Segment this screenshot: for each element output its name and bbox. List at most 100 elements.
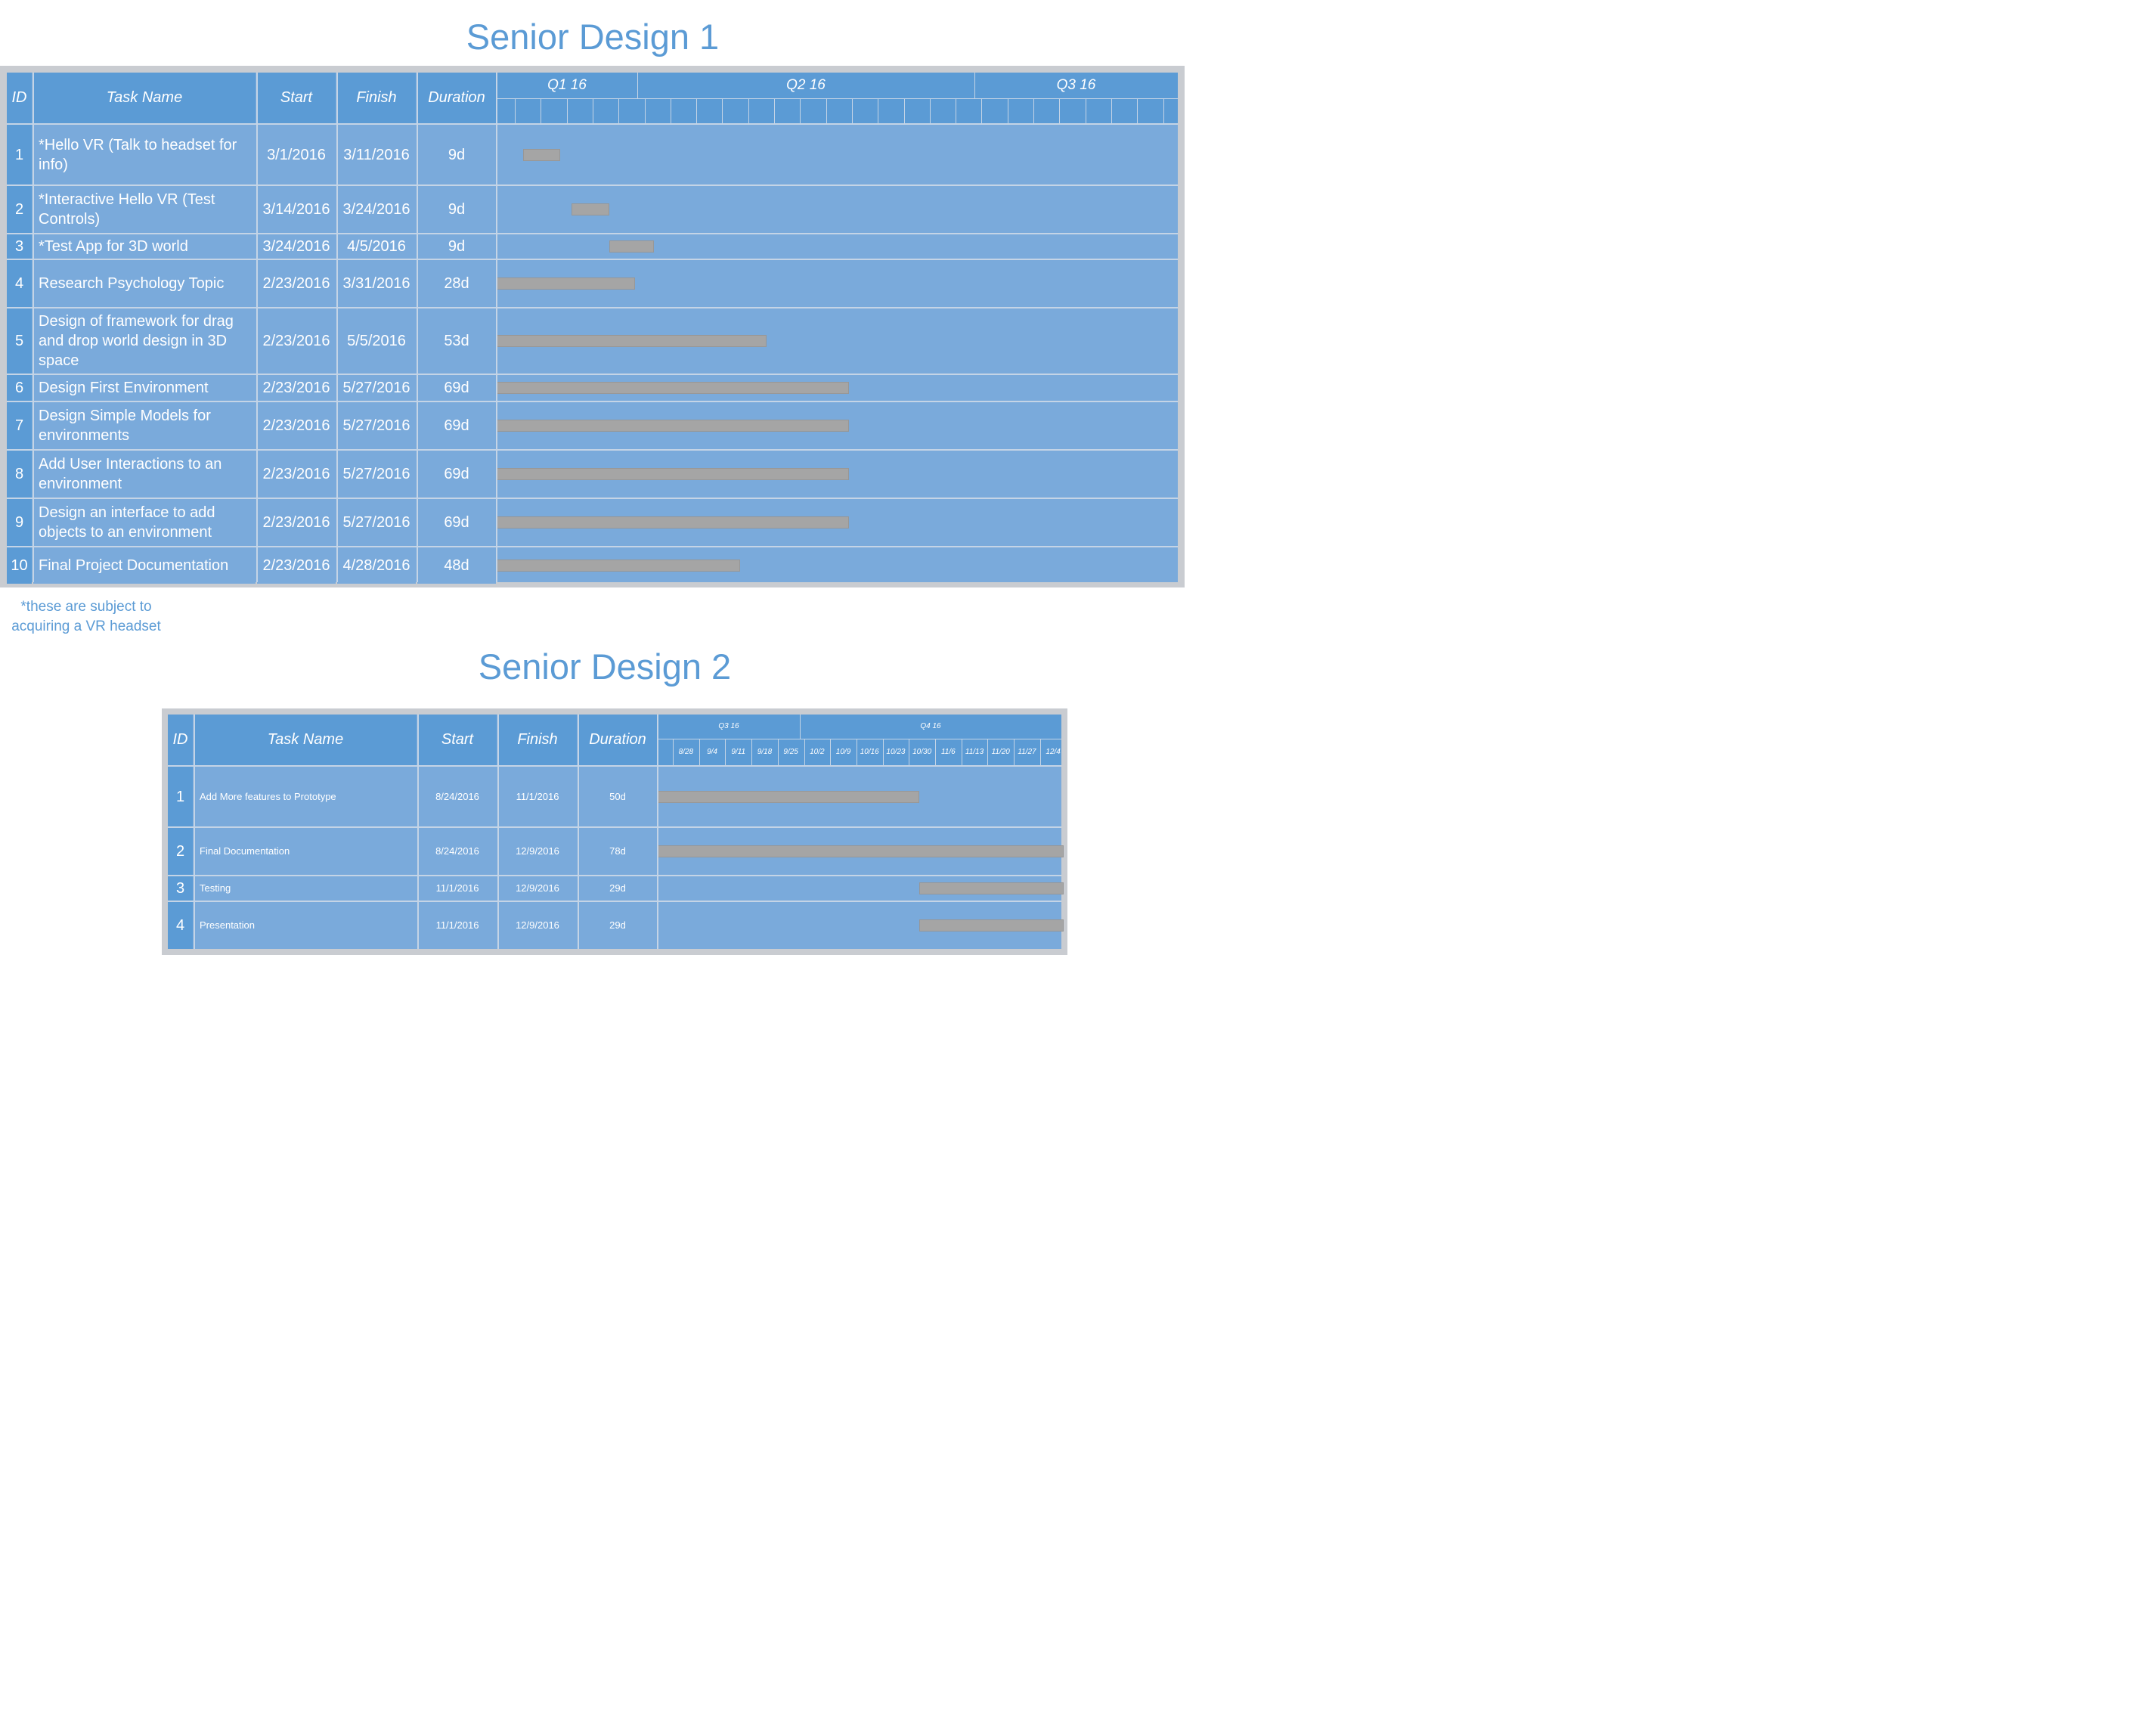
quarter-divider [800, 715, 801, 739]
task-finish: 3/11/2016 [337, 125, 416, 184]
task-duration: 9d [417, 125, 496, 184]
task-finish: 11/1/2016 [498, 767, 577, 826]
timeline-divider [496, 73, 497, 582]
task-id: 8 [7, 451, 32, 498]
task-name: Research Psychology Topic [33, 260, 256, 307]
task-start: 2/23/2016 [257, 260, 336, 307]
column-divider [497, 715, 499, 949]
task-bar [658, 845, 1064, 857]
task-bar [522, 148, 561, 161]
task-name: Design an interface to add objects to an… [33, 499, 256, 546]
task-name: Design Simple Models for environments [33, 402, 256, 449]
column-header: Start [257, 73, 336, 123]
task-start: 2/23/2016 [257, 451, 336, 498]
task-bar [497, 516, 849, 529]
week-label: 12/4 [1046, 748, 1061, 756]
task-bar [497, 335, 767, 347]
week-divider [1137, 98, 1138, 123]
week-divider [1059, 98, 1061, 123]
column-divider [417, 715, 419, 949]
task-name: Testing [194, 876, 417, 901]
chart-title-2: Senior Design 2 [478, 646, 732, 687]
task-start: 11/1/2016 [418, 876, 497, 901]
task-id: 5 [7, 308, 32, 374]
week-label: 9/4 [707, 748, 717, 756]
task-duration: 9d [417, 186, 496, 233]
column-header: Task Name [194, 715, 417, 765]
week-divider [515, 98, 516, 123]
task-start: 2/23/2016 [257, 375, 336, 401]
task-finish: 12/9/2016 [498, 876, 577, 901]
column-divider [33, 73, 34, 582]
task-bar [658, 790, 919, 803]
quarter-row-divider [497, 98, 1178, 99]
task-finish: 3/31/2016 [337, 260, 416, 307]
task-finish: 4/5/2016 [337, 234, 416, 259]
task-finish: 4/28/2016 [337, 547, 416, 584]
task-duration: 69d [417, 402, 496, 449]
quarter-label: Q3 16 [1056, 77, 1096, 93]
task-bar [919, 919, 1064, 932]
task-id: 2 [7, 186, 32, 233]
task-finish: 5/27/2016 [337, 375, 416, 401]
task-id: 9 [7, 499, 32, 546]
week-label: 8/28 [678, 748, 694, 756]
week-label: 11/27 [1018, 748, 1036, 756]
task-id: 2 [168, 828, 193, 875]
column-divider [417, 73, 418, 582]
task-duration: 28d [417, 260, 496, 307]
task-duration: 78d [578, 828, 657, 875]
gantt-table-1: ID Task Name Start Finish Duration Q1 16 Q2 16… [7, 73, 1178, 584]
week-label: 10/2 [810, 748, 825, 756]
task-duration: 29d [578, 902, 657, 949]
week-label: 10/9 [835, 748, 851, 756]
task-name: *Hello VR (Talk to headset for info) [33, 125, 256, 184]
task-duration: 69d [417, 499, 496, 546]
week-label: 9/25 [783, 748, 798, 756]
week-divider [644, 98, 646, 123]
chart-title-1: Senior Design 1 [466, 17, 720, 57]
task-bar [497, 468, 849, 480]
week-divider [1163, 98, 1164, 123]
task-id: 4 [168, 902, 193, 949]
week-label: 10/30 [912, 748, 932, 756]
task-duration: 53d [417, 308, 496, 374]
task-start: 2/23/2016 [257, 308, 336, 374]
column-header: ID [168, 715, 193, 765]
task-finish: 3/24/2016 [337, 186, 416, 233]
quarter-label: Q3 16 [718, 722, 739, 730]
week-divider [696, 98, 698, 123]
week-divider [1111, 98, 1112, 123]
column-divider [336, 73, 338, 582]
quarter-divider [974, 73, 975, 98]
task-finish: 5/27/2016 [337, 499, 416, 546]
task-name: *Test App for 3D world [33, 234, 256, 259]
week-label: 11/13 [965, 748, 984, 756]
task-finish: 12/9/2016 [498, 828, 577, 875]
task-finish: 5/27/2016 [337, 402, 416, 449]
task-name: Final Project Documentation [33, 547, 256, 584]
quarter-label: Q2 16 [786, 77, 826, 93]
task-id: 7 [7, 402, 32, 449]
column-divider [578, 715, 579, 949]
task-start: 3/24/2016 [257, 234, 336, 259]
task-finish: 5/27/2016 [337, 451, 416, 498]
quarter-label: Q1 16 [547, 77, 587, 93]
task-start: 2/23/2016 [257, 402, 336, 449]
column-header: Finish [337, 73, 416, 123]
task-duration: 69d [417, 451, 496, 498]
column-header: Duration [417, 73, 496, 123]
task-start: 3/14/2016 [257, 186, 336, 233]
task-bar [497, 560, 741, 572]
quarter-divider [637, 73, 638, 98]
task-bar [497, 382, 849, 394]
week-label: 10/23 [886, 748, 906, 756]
column-header: Start [418, 715, 497, 765]
task-duration: 48d [417, 547, 496, 584]
task-bar [609, 240, 655, 253]
task-start: 2/23/2016 [257, 547, 336, 584]
task-id: 3 [168, 876, 193, 901]
gantt-table-2: ID Task Name Start Finish Duration Q3 16 Q4 16… [168, 715, 1064, 949]
task-name: Add More features to Prototype [194, 767, 417, 826]
task-id: 1 [7, 125, 32, 184]
